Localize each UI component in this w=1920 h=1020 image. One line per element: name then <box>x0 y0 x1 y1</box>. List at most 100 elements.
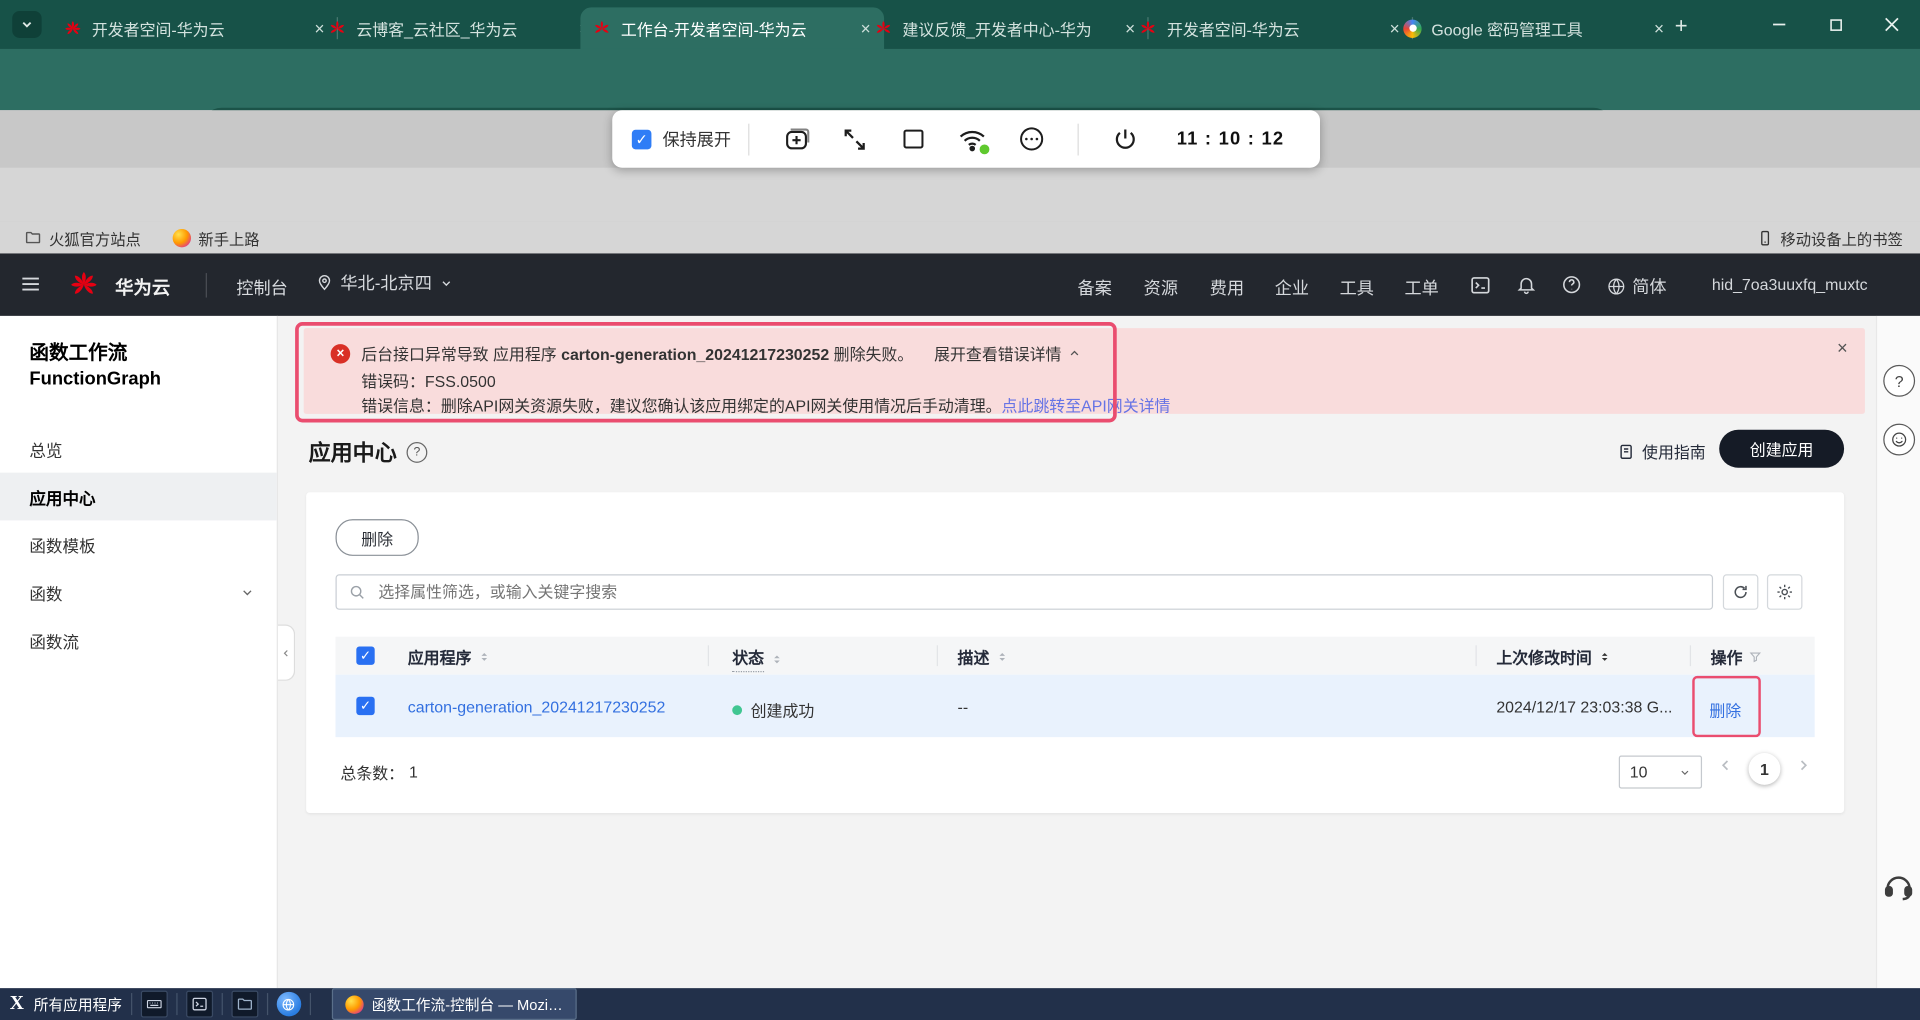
current-page-button[interactable]: 1 <box>1748 753 1781 785</box>
header-divider <box>205 273 207 298</box>
filter-funnel-icon[interactable] <box>1749 650 1762 663</box>
notifications-bell-icon[interactable] <box>1516 274 1537 295</box>
sidebar: 函数工作流 FunctionGraph 总览 应用中心 函数模板 函数 函数流 <box>0 315 278 989</box>
taskbar-divider <box>130 993 132 1016</box>
col-modified[interactable]: 上次修改时间 <box>1496 645 1611 668</box>
bookmark-label: 移动设备上的书签 <box>1780 230 1903 248</box>
cli-terminal-icon[interactable] <box>1469 274 1491 296</box>
row-delete-link[interactable]: 删除 <box>1709 698 1741 721</box>
chrome-tab-5[interactable]: 开发者空间-华为云 × <box>1127 7 1414 49</box>
taskbar-window-firefox[interactable]: 函数工作流-控制台 — Mozi… <box>331 988 577 1020</box>
network-wifi-icon[interactable] <box>956 123 990 155</box>
user-id[interactable]: hid_7oa3uuxfq_muxtc <box>1712 276 1896 294</box>
window-close-button[interactable] <box>1864 0 1920 49</box>
language-label: 简体 <box>1632 276 1667 297</box>
create-app-button[interactable]: 创建应用 <box>1719 429 1845 468</box>
page-help-icon[interactable]: ? <box>406 441 428 463</box>
app-name-link[interactable]: carton-generation_20241217230252 <box>408 698 666 716</box>
usage-guide-button[interactable]: 使用指南 <box>1618 440 1706 463</box>
status-badge: 创建成功 <box>732 698 814 721</box>
column-divider <box>936 645 938 667</box>
float-help-button[interactable]: ? <box>1883 364 1916 397</box>
brand-label[interactable]: 华为云 <box>115 274 170 300</box>
terminal-icon[interactable] <box>185 990 213 1018</box>
refresh-search-button[interactable] <box>1722 574 1759 610</box>
bookmark-item[interactable]: 新手上路 <box>172 226 260 249</box>
web-browser-icon[interactable] <box>276 991 301 1017</box>
new-window-icon[interactable] <box>780 123 812 155</box>
chrome-toolbar: devstation.connect.huaweicloud.com/devde… <box>0 48 1920 150</box>
goto-apig-link[interactable]: 点此跳转至API网关详情 <box>1002 397 1171 415</box>
next-page-icon[interactable] <box>1795 757 1812 774</box>
sort-icon-active[interactable] <box>1598 650 1611 663</box>
delete-button[interactable]: 删除 <box>335 519 419 556</box>
sidebar-item-app-center[interactable]: 应用中心 <box>0 472 277 521</box>
sidebar-item-flows[interactable]: 函数流 <box>0 616 277 664</box>
keyboard-icon[interactable] <box>140 990 168 1018</box>
chrome-tab-2[interactable]: 云博客_云社区_华为云 × <box>316 7 603 49</box>
expand-error-details[interactable]: 展开查看错误详情 <box>934 342 1081 365</box>
prev-page-icon[interactable] <box>1717 757 1734 774</box>
nav-resources[interactable]: 资源 <box>1144 276 1178 300</box>
nav-enterprise[interactable]: 企业 <box>1275 276 1309 300</box>
new-tab-button[interactable]: + <box>1665 10 1697 42</box>
tab-search-button[interactable] <box>12 11 42 38</box>
chrome-tab-6[interactable]: Google 密码管理工具 × <box>1391 7 1678 49</box>
row-modified-time: 2024/12/17 23:03:38 G... <box>1496 697 1673 717</box>
all-apps-button[interactable]: 所有应用程序 <box>34 994 122 1015</box>
location-pin-icon <box>318 275 331 291</box>
sidebar-item-functions[interactable]: 函数 <box>0 568 277 616</box>
alert-line1: × 后台接口异常导致 应用程序 carton-generation_202412… <box>330 342 1800 365</box>
sort-icon[interactable] <box>996 650 1009 663</box>
sidebar-item-overview[interactable]: 总览 <box>0 425 277 473</box>
sidebar-item-templates[interactable]: 函数模板 <box>0 520 277 568</box>
console-menu-icon[interactable] <box>20 273 42 295</box>
nav-tools[interactable]: 工具 <box>1340 276 1374 300</box>
x11-logo-icon[interactable]: X <box>10 993 24 1015</box>
settings-gear-button[interactable] <box>1766 574 1803 610</box>
col-actions[interactable]: 操作 <box>1711 645 1762 668</box>
filter-search-bar[interactable] <box>335 574 1714 610</box>
language-selector[interactable]: 简体 <box>1607 274 1667 298</box>
window-maximize-button[interactable] <box>1807 0 1863 49</box>
bookmark-folder-item[interactable]: 火狐官方站点 <box>24 226 141 249</box>
col-status[interactable]: 状态 <box>732 645 783 673</box>
nav-billing[interactable]: 费用 <box>1210 276 1244 300</box>
fullscreen-icon[interactable] <box>839 123 871 155</box>
region-selector[interactable]: 华北-北京四 <box>316 271 453 295</box>
col-app-name[interactable]: 应用程序 <box>408 645 491 668</box>
sort-icon[interactable] <box>770 652 783 665</box>
alert-close-icon[interactable]: × <box>1837 338 1848 359</box>
sort-icon[interactable] <box>478 650 491 663</box>
bookmark-label: 新手上路 <box>198 230 260 248</box>
table-row[interactable]: ✓ carton-generation_20241217230252 创建成功 … <box>335 674 1815 738</box>
nav-tickets[interactable]: 工单 <box>1404 276 1438 300</box>
chevron-down-icon <box>442 280 450 286</box>
huawei-favicon <box>330 20 344 33</box>
search-icon <box>350 585 364 599</box>
select-all-checkbox[interactable]: ✓ <box>356 646 375 665</box>
row-checkbox[interactable]: ✓ <box>356 696 375 716</box>
power-icon[interactable] <box>1109 123 1141 155</box>
float-feedback-smiley-button[interactable] <box>1883 423 1916 456</box>
firefox-bookmarks-bar: 火狐官方站点 新手上路 移动设备上的书签 <box>0 221 1920 255</box>
alert-app-name: carton-generation_20241217230252 <box>561 345 830 364</box>
console-label[interactable]: 控制台 <box>236 276 287 300</box>
display-icon[interactable] <box>898 123 930 155</box>
window-minimize-button[interactable] <box>1751 0 1807 49</box>
taskbar-divider <box>309 993 311 1016</box>
sidebar-collapse-handle[interactable] <box>277 624 296 681</box>
chrome-tab-4[interactable]: 建议反馈_开发者中心-华为 × <box>862 7 1149 49</box>
filter-search-input[interactable] <box>375 581 1712 603</box>
mobile-bookmarks-item[interactable]: 移动设备上的书签 <box>1757 226 1903 249</box>
help-icon[interactable] <box>1561 274 1582 295</box>
col-description[interactable]: 描述 <box>958 645 1009 668</box>
chrome-tab-3-active[interactable]: 工作台-开发者空间-华为云 × <box>580 7 885 49</box>
keep-expanded-checkbox[interactable]: ✓ <box>631 129 652 149</box>
nav-beian[interactable]: 备案 <box>1078 276 1112 300</box>
chrome-tab-1[interactable]: 开发者空间-华为云 × <box>51 7 338 49</box>
page-size-select[interactable]: 10 <box>1618 755 1703 789</box>
support-headset-button[interactable] <box>1882 869 1915 902</box>
more-options-icon[interactable] <box>1015 123 1047 155</box>
file-manager-icon[interactable] <box>230 990 258 1018</box>
